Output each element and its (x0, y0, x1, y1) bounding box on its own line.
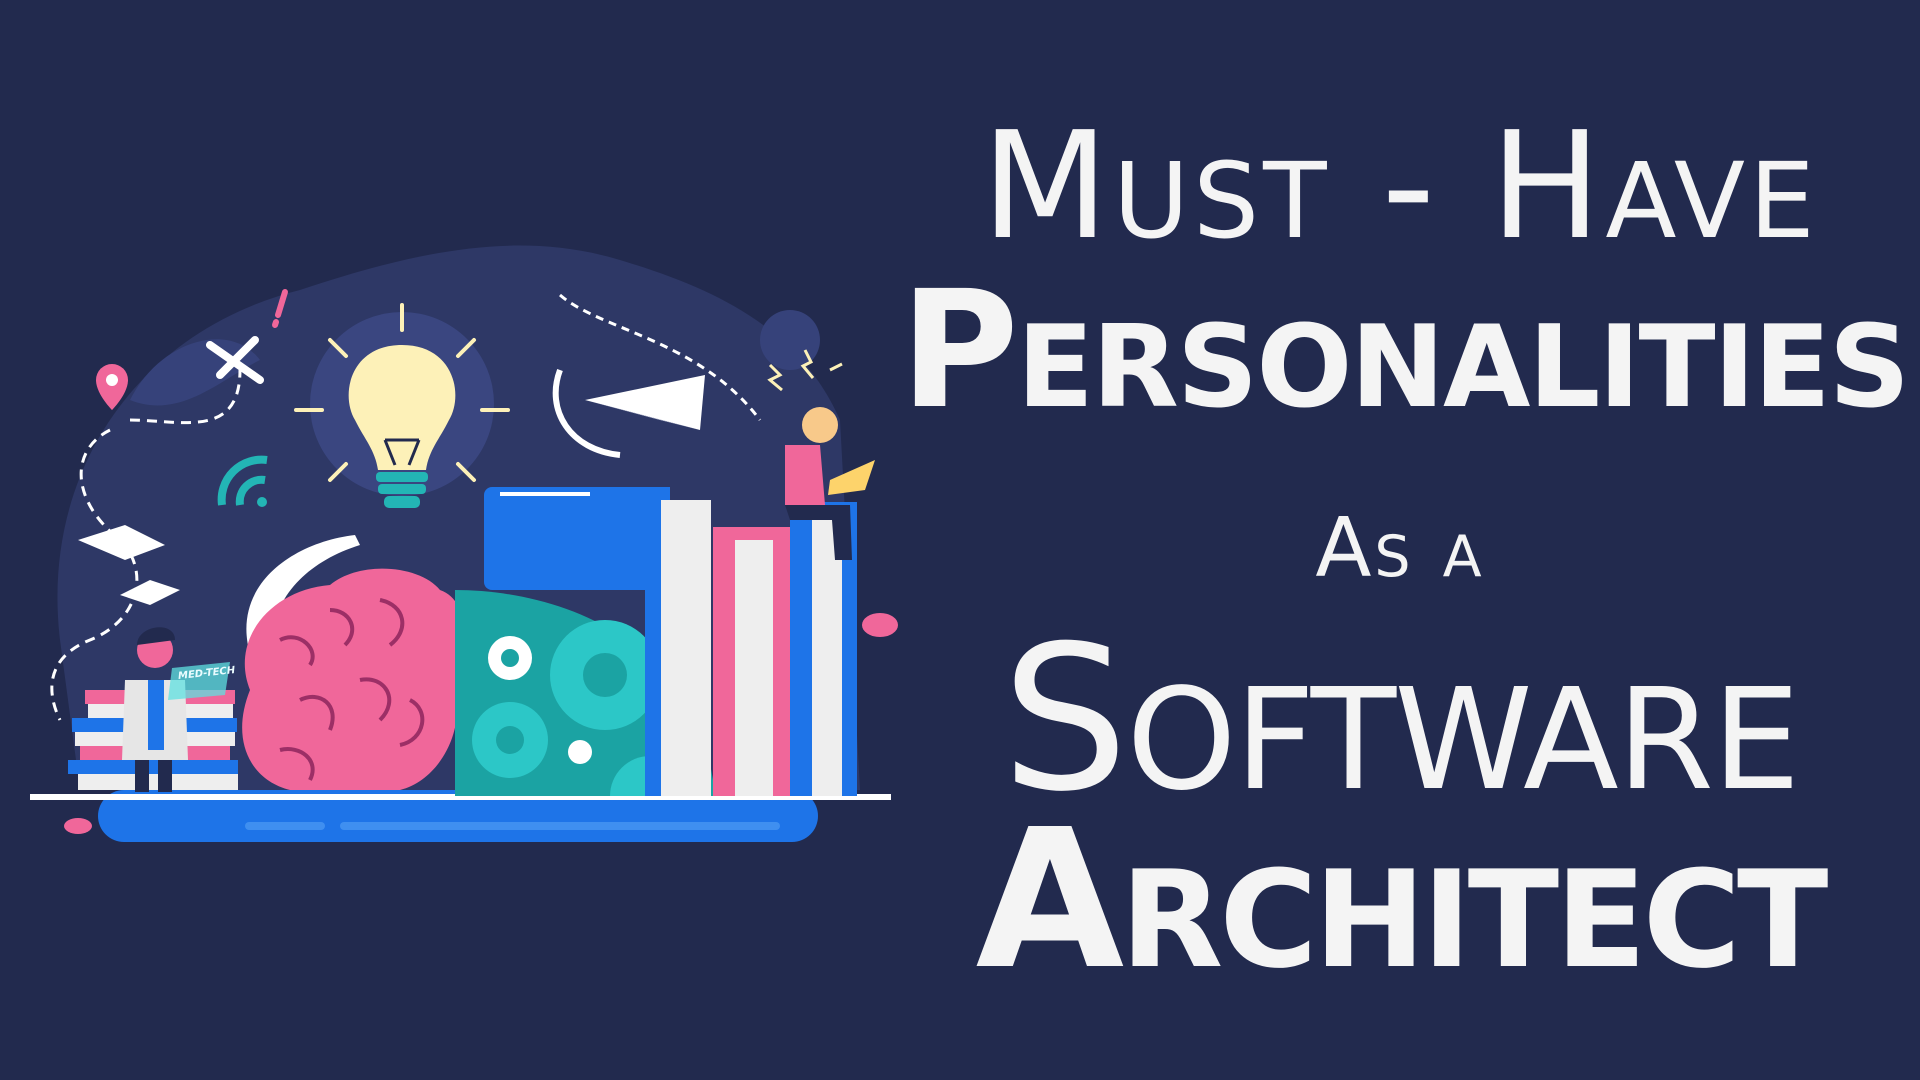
pink-splash (862, 613, 898, 637)
title-line-as-a: As a (1315, 501, 1485, 596)
title-line-architect: Architect (975, 789, 1829, 1012)
pink-splash-left (64, 818, 92, 834)
title-line-must-have: Must - Have (981, 100, 1819, 272)
laptop-base (30, 790, 891, 842)
title-line-personalities: Personalities (900, 257, 1910, 445)
